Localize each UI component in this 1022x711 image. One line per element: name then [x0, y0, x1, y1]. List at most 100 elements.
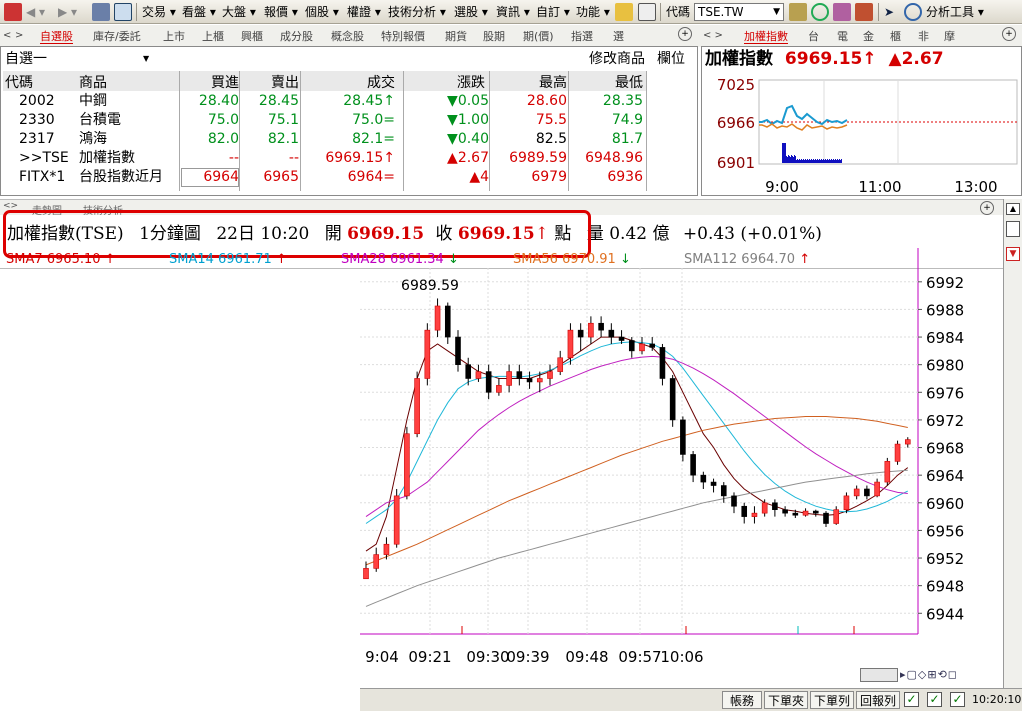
row-code: >>TSE [19, 150, 69, 166]
tab-index-6[interactable]: 摩 [944, 30, 955, 44]
tab-listed[interactable]: 上市 [163, 30, 185, 44]
notepad-icon[interactable] [638, 3, 656, 21]
status-check-1[interactable]: ✓ [904, 692, 919, 707]
panel-toggle-icon[interactable] [1006, 221, 1020, 237]
candle-body [904, 439, 911, 445]
grid-icon[interactable] [789, 3, 807, 21]
analysis-tools-menu[interactable]: 分析工具 ▾ [926, 3, 984, 21]
candle-body [577, 329, 584, 338]
window-icon[interactable] [114, 3, 132, 21]
candle-body [884, 461, 891, 483]
quote-row[interactable]: FITX*1 台股指數近月 6964 6965 6964= ▲4 6979 6936 [3, 168, 693, 187]
tab-index-options[interactable]: 指選 [571, 30, 593, 44]
back-icon[interactable]: ◀ ▾ [26, 3, 45, 21]
quote-row[interactable]: 2330 台積電 75.0 75.1 75.0= ▼1.00 75.5 74.9 [3, 111, 693, 130]
menu-watch[interactable]: 看盤 ▾ [182, 3, 216, 21]
report-bar-button[interactable]: 回報列 [856, 691, 900, 709]
header-change: 漲跌 [457, 75, 485, 91]
row-bid: -- [228, 150, 239, 166]
status-check-2[interactable]: ✓ [927, 692, 942, 707]
status-check-3[interactable]: ✓ [950, 692, 965, 707]
mini-volume-bar [791, 155, 792, 163]
candle-body [690, 454, 696, 476]
columns-button[interactable]: 欄位 [657, 50, 685, 68]
menu-trade[interactable]: 交易 ▾ [142, 3, 176, 21]
tab-emerging[interactable]: 興櫃 [241, 30, 263, 44]
mini-volume-bar [794, 155, 795, 163]
mini-x-label: 11:00 [858, 178, 901, 196]
tab-watchlist[interactable]: 自選股 [40, 30, 73, 44]
blank-region [0, 300, 360, 711]
candle-body [741, 505, 748, 517]
tab-index-2[interactable]: 電 [837, 30, 848, 44]
menu-info[interactable]: 資訊 ▾ [496, 3, 530, 21]
tab-taiex[interactable]: 加權指數 [744, 30, 788, 44]
code-input[interactable]: TSE.TW ▼ [694, 3, 784, 21]
chart-tool-icons[interactable]: ▸▢◇⊞⟲◻ [900, 668, 1000, 682]
row-ask: 28.45 [258, 93, 299, 109]
tab-stock-futures[interactable]: 股期 [483, 30, 505, 44]
candle-body [516, 371, 523, 379]
chart-scrollbar[interactable] [860, 668, 898, 682]
news-icon[interactable] [855, 3, 873, 21]
tab-index-4[interactable]: 櫃 [890, 30, 901, 44]
quote-row[interactable]: 2002 中鋼 28.40 28.45 28.45↑ ▼0.05 28.60 28.35 [3, 92, 693, 111]
tab-otc[interactable]: 上櫃 [202, 30, 224, 44]
forward-icon[interactable]: ▶ ▾ [58, 3, 77, 21]
quote-row[interactable]: >>TSE 加權指數 -- -- 6969.15↑ ▲2.67 6989.59 6948.96 [3, 149, 693, 168]
cursor-icon[interactable]: ➤ [884, 3, 894, 21]
index-tab-scroll-icon[interactable]: < > [703, 29, 723, 43]
menu-custom[interactable]: 自訂 ▾ [536, 3, 570, 21]
candle-body [404, 433, 410, 497]
collapse-icon[interactable]: ▲ [1006, 203, 1020, 215]
mini-volume-bar [795, 156, 796, 163]
y-tick-label: 6960 [926, 495, 964, 513]
row-name: 台股指數近月 [79, 169, 163, 185]
quote-row[interactable]: 2317 鴻海 82.0 82.1 82.1= ▼0.40 82.5 81.7 [3, 130, 693, 149]
dropdown-icon[interactable]: ▼ [1006, 247, 1020, 261]
search-icon[interactable] [811, 3, 829, 21]
menu-function[interactable]: 功能 ▾ [576, 3, 610, 21]
tab-index-5[interactable]: 非 [918, 30, 929, 44]
menu-technical[interactable]: 技術分析 ▾ [388, 3, 446, 21]
mini-volume-bar [806, 160, 807, 163]
mini-x-label: 9:00 [765, 178, 799, 196]
order-bar-button[interactable]: 下單列 [810, 691, 854, 709]
tab-scroll-left-icon[interactable]: < [3, 29, 11, 43]
modify-items-button[interactable]: 修改商品 [589, 50, 645, 68]
lightning-icon[interactable] [615, 3, 633, 21]
y-tick-label: 6984 [926, 329, 964, 347]
tools-icon[interactable] [833, 3, 851, 21]
tab-concept[interactable]: 概念股 [331, 30, 364, 44]
menu-market[interactable]: 大盤 ▾ [222, 3, 256, 21]
row-name: 中鋼 [79, 93, 107, 109]
order-folder-button[interactable]: 下單夾 [764, 691, 808, 709]
menu-warrant[interactable]: 權證 ▾ [347, 3, 381, 21]
tab-index-3[interactable]: 金 [863, 30, 874, 44]
tab-futures-price[interactable]: 期(價) [523, 30, 554, 44]
tab-inventory[interactable]: 庫存/委託 [93, 30, 141, 44]
zoom-icon[interactable]: + [678, 27, 692, 41]
mini-volume-bar [790, 157, 791, 163]
tab-index-1[interactable]: 台 [808, 30, 819, 44]
y-tick-label: 6948 [926, 578, 964, 596]
account-button[interactable]: 帳務 [722, 691, 762, 709]
row-change: ▼0.05 [447, 93, 489, 109]
tab-options[interactable]: 選 [613, 30, 624, 44]
print-icon[interactable] [92, 3, 110, 21]
row-name: 鴻海 [79, 131, 107, 147]
candle-body [680, 419, 686, 455]
tab-components[interactable]: 成分股 [280, 30, 313, 44]
tab-scroll-right-icon[interactable]: > [15, 29, 23, 43]
x-tick-label: 09:30 [466, 648, 509, 666]
chart-zoom-icon[interactable]: + [980, 201, 994, 215]
home-icon[interactable] [4, 3, 22, 21]
menu-stock[interactable]: 個股 ▾ [305, 3, 339, 21]
menu-screen[interactable]: 選股 ▾ [454, 3, 488, 21]
index-zoom-icon[interactable]: + [1002, 27, 1016, 41]
tab-special-quote[interactable]: 特別報價 [381, 30, 425, 44]
row-change: ▼1.00 [447, 112, 489, 128]
menu-quote[interactable]: 報價 ▾ [264, 3, 298, 21]
tab-futures[interactable]: 期貨 [445, 30, 467, 44]
watchlist-group-select[interactable]: 自選一 ▼ [5, 50, 150, 68]
